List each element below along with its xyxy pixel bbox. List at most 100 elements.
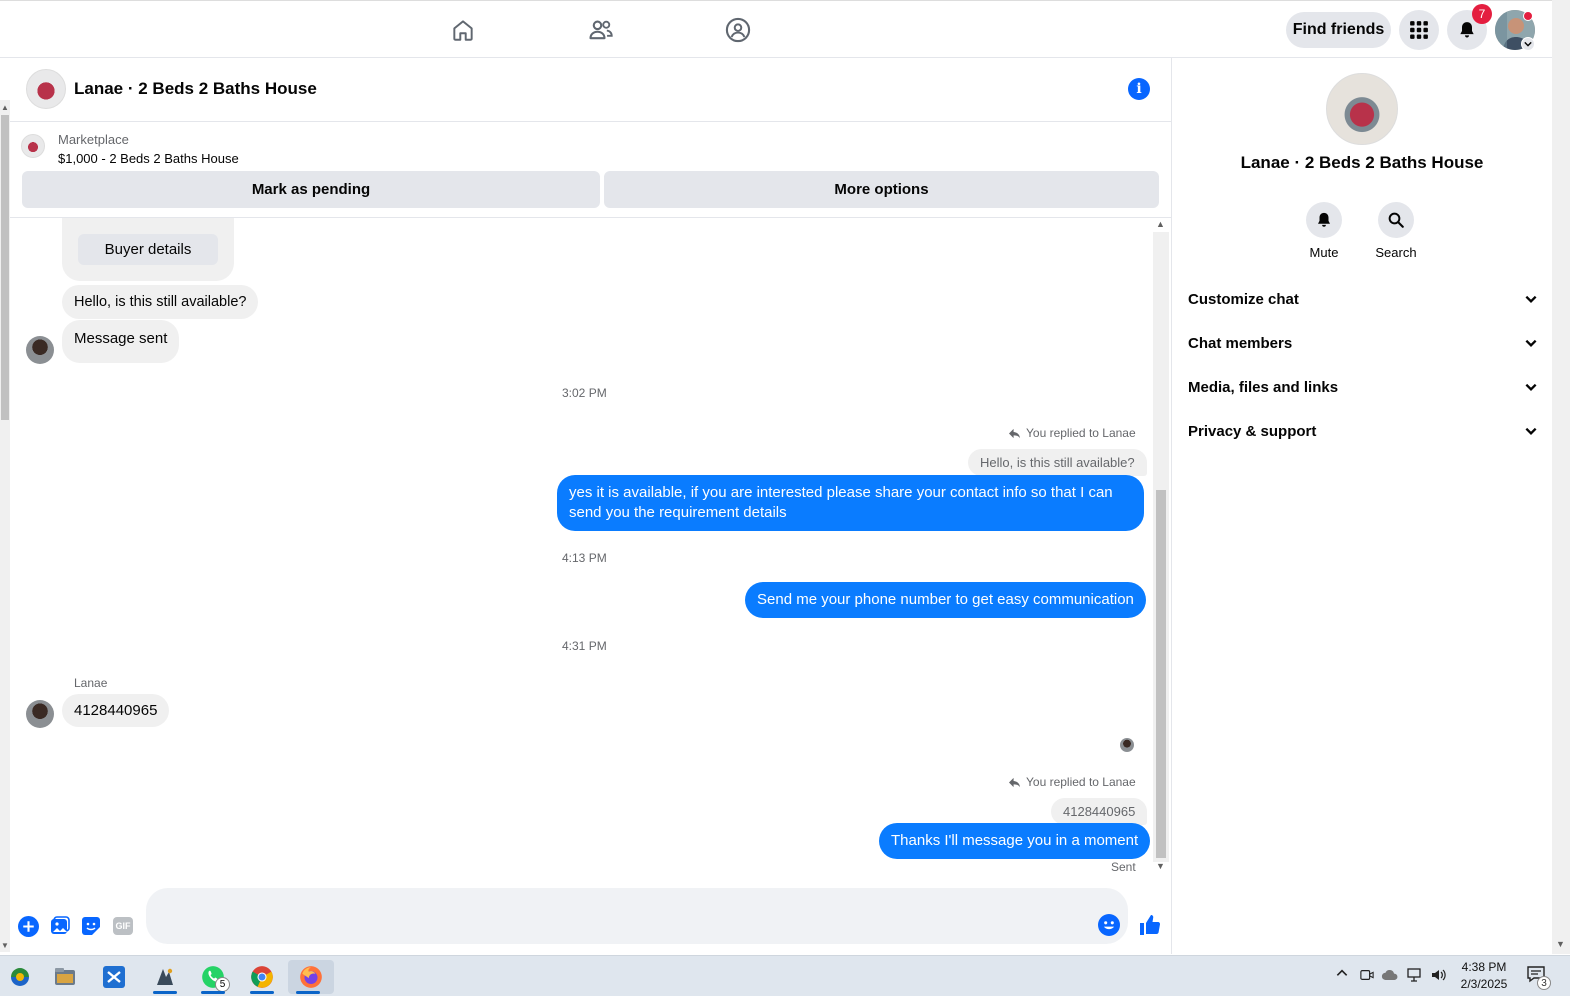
incoming-message[interactable]: Message sent <box>62 320 180 363</box>
message-list[interactable]: Buyer details Hello, is this still avail… <box>10 218 1172 880</box>
sticker-icon[interactable] <box>80 915 102 937</box>
reply-note: You replied to Lanae <box>1008 775 1136 789</box>
action-center-badge: 3 <box>1537 976 1551 990</box>
seen-avatar <box>1120 738 1134 752</box>
chat-header: Lanae · 2 Beds 2 Baths House i <box>10 58 1172 122</box>
chevron-down-icon <box>1525 339 1537 347</box>
grid-icon <box>1410 21 1428 39</box>
quoted-message[interactable]: Hello, is this still available? <box>968 449 1147 476</box>
timestamp: 3:02 PM <box>562 386 607 400</box>
network-icon[interactable] <box>1407 968 1423 982</box>
details-title: Lanae · 2 Beds 2 Baths House <box>1240 153 1484 172</box>
meet-now-icon[interactable] <box>1360 968 1374 982</box>
reply-arrow-icon <box>1008 428 1021 439</box>
timestamp: 4:13 PM <box>562 551 607 565</box>
show-hidden-icons-chevron-up-icon[interactable] <box>1335 966 1349 980</box>
chat-scrollbar-thumb[interactable] <box>1156 490 1166 858</box>
menu-grid-button[interactable] <box>1399 10 1439 50</box>
contact-avatar[interactable] <box>26 700 54 728</box>
chat-avatar[interactable] <box>1326 73 1398 145</box>
groups-icon[interactable] <box>723 15 753 45</box>
incoming-message[interactable]: Hello, is this still available? <box>62 285 259 319</box>
marketplace-listing-title[interactable]: $1,000 - 2 Beds 2 Baths House <box>58 151 239 166</box>
scroll-down-arrow-icon[interactable]: ▼ <box>1556 939 1565 949</box>
onedrive-cloud-icon[interactable] <box>1381 969 1399 981</box>
whatsapp-icon[interactable]: 5 <box>193 960 233 994</box>
app-icon[interactable] <box>145 960 185 994</box>
message-composer: GIF <box>10 880 1172 954</box>
marketplace-listing-thumbnail[interactable] <box>21 134 45 158</box>
incoming-message[interactable]: 4128440965 <box>62 694 170 727</box>
mute-button[interactable]: Mute <box>1294 202 1354 260</box>
windows-taskbar: 5 4:38 PM 2/3/2025 3 <box>0 955 1570 996</box>
outgoing-message[interactable]: yes it is available, if you are interest… <box>557 475 1144 531</box>
chat-pane: Lanae · 2 Beds 2 Baths House i Marketpla… <box>10 58 1172 954</box>
clock-time: 4:38 PM <box>1461 960 1507 974</box>
emoji-icon[interactable] <box>1098 914 1120 936</box>
marketplace-label: Marketplace <box>58 132 129 147</box>
like-icon[interactable] <box>1138 913 1162 937</box>
scroll-down-arrow-icon[interactable]: ▼ <box>1156 861 1165 871</box>
quoted-message[interactable]: 4128440965 <box>1051 798 1148 825</box>
window-scrollbar[interactable]: ▼ <box>1552 0 1570 954</box>
plus-icon[interactable] <box>17 915 39 937</box>
top-navigation-bar: Find friends 7 <box>0 0 1552 58</box>
listing-avatar[interactable] <box>26 69 66 109</box>
chat-scrollbar[interactable]: ▲ ▼ <box>1153 218 1169 878</box>
chat-members-row[interactable]: Chat members <box>1188 328 1538 358</box>
section-label: Customize chat <box>1188 290 1299 308</box>
message-input[interactable] <box>146 888 1128 944</box>
bell-icon <box>1460 22 1474 38</box>
friends-icon[interactable] <box>586 15 616 45</box>
mute-label: Mute <box>1309 245 1339 260</box>
outgoing-message[interactable]: Send me your phone number to get easy co… <box>745 582 1146 618</box>
find-friends-button[interactable]: Find friends <box>1286 12 1391 48</box>
image-icon[interactable] <box>49 915 71 937</box>
marketplace-banner: Marketplace $1,000 - 2 Beds 2 Baths Hous… <box>10 122 1172 218</box>
contact-avatar[interactable] <box>26 336 54 364</box>
reply-note: You replied to Lanae <box>1008 426 1136 440</box>
chevron-down-icon <box>1525 383 1537 391</box>
chevron-down-icon <box>1525 427 1537 435</box>
scroll-up-arrow-icon[interactable]: ▲ <box>1156 219 1165 229</box>
windows-icon[interactable] <box>0 960 40 994</box>
customize-chat-row[interactable]: Customize chat <box>1188 284 1538 314</box>
chat-title[interactable]: Lanae · 2 Beds 2 Baths House <box>74 79 317 99</box>
bell-icon <box>1306 202 1342 238</box>
action-center-icon[interactable]: 3 <box>1526 965 1551 990</box>
clock-date: 2/3/2025 <box>1460 977 1508 991</box>
firefox-icon[interactable] <box>288 960 334 994</box>
chat-details-pane: Lanae · 2 Beds 2 Baths House Mute Search… <box>1173 58 1551 954</box>
message-status: Sent <box>1111 860 1136 874</box>
buyer-details-button[interactable]: Buyer details <box>78 234 218 265</box>
page-scrollbar[interactable]: ▲ ▼ <box>0 100 10 952</box>
sender-name: Lanae <box>74 676 108 690</box>
media-files-links-row[interactable]: Media, files and links <box>1188 372 1538 402</box>
account-chevron-down-icon[interactable] <box>1521 37 1535 51</box>
chrome-icon[interactable] <box>242 960 282 994</box>
home-icon[interactable] <box>448 15 478 45</box>
info-icon[interactable]: i <box>1128 78 1150 100</box>
file-explorer-icon[interactable] <box>45 960 85 994</box>
scroll-up-arrow-icon[interactable]: ▲ <box>1 103 9 112</box>
vscode-icon[interactable] <box>94 960 134 994</box>
scroll-down-arrow-icon[interactable]: ▼ <box>1 941 9 950</box>
account-alert-dot <box>1523 11 1533 21</box>
reply-note-text: You replied to Lanae <box>1026 426 1136 440</box>
section-label: Media, files and links <box>1188 378 1339 396</box>
app: Find friends 7 ▲ ▼ Lanae · 2 Beds 2 Bath… <box>0 0 1570 996</box>
timestamp: 4:31 PM <box>562 639 607 653</box>
reply-note-text: You replied to Lanae <box>1026 775 1136 789</box>
gif-label: GIF <box>113 917 133 935</box>
privacy-support-row[interactable]: Privacy & support <box>1188 416 1538 446</box>
gif-icon[interactable]: GIF <box>112 915 134 937</box>
mark-as-pending-button[interactable]: Mark as pending <box>22 171 600 208</box>
volume-icon[interactable] <box>1431 968 1447 982</box>
system-clock[interactable]: 4:38 PM 2/3/2025 <box>1452 959 1516 993</box>
search-button[interactable]: Search <box>1366 202 1426 260</box>
outgoing-message[interactable]: Thanks I'll message you in a moment <box>879 823 1151 859</box>
notification-badge: 7 <box>1472 4 1492 24</box>
more-options-button[interactable]: More options <box>604 171 1159 208</box>
page-scrollbar-thumb[interactable] <box>1 115 9 420</box>
chevron-down-icon <box>1525 295 1537 303</box>
